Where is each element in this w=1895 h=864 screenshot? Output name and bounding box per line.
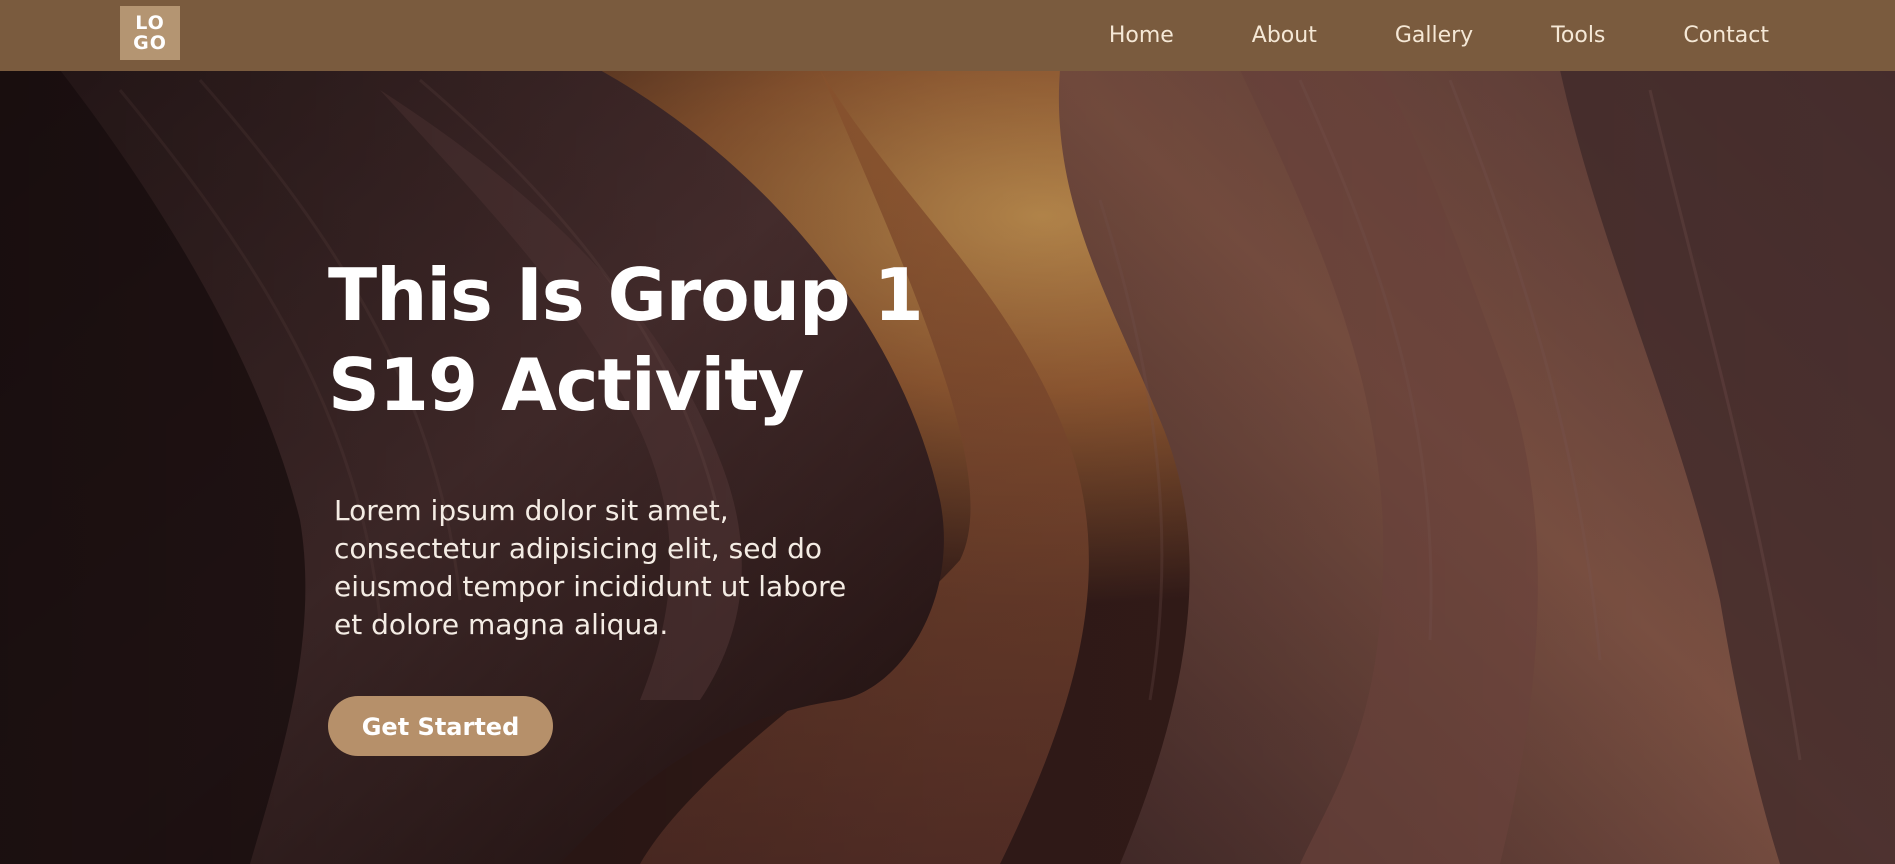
nav-link-home[interactable]: Home bbox=[1109, 23, 1174, 48]
hero-title-line2: S19 Activity bbox=[328, 343, 805, 427]
hero-title-line1: This Is Group 1 bbox=[328, 253, 924, 337]
logo-text-line1: LO bbox=[135, 12, 165, 34]
hero-section: This Is Group 1 S19 Activity Lorem ipsum… bbox=[328, 250, 1028, 756]
nav-link-tools[interactable]: Tools bbox=[1551, 23, 1605, 48]
logo-text-line2: GO bbox=[133, 32, 167, 54]
hero-title: This Is Group 1 S19 Activity bbox=[328, 250, 1028, 430]
logo[interactable]: LO GO bbox=[120, 6, 180, 60]
get-started-button[interactable]: Get Started bbox=[328, 696, 553, 756]
nav-link-contact[interactable]: Contact bbox=[1683, 23, 1769, 48]
hero-description: Lorem ipsum dolor sit amet, consectetur … bbox=[334, 494, 847, 641]
nav-link-gallery[interactable]: Gallery bbox=[1395, 23, 1473, 48]
nav-links: Home About Gallery Tools Contact bbox=[1109, 0, 1769, 71]
landing-page: LO GO Home About Gallery Tools Contact T… bbox=[0, 0, 1895, 864]
nav-link-about[interactable]: About bbox=[1252, 23, 1317, 48]
navbar: LO GO Home About Gallery Tools Contact bbox=[0, 0, 1895, 71]
